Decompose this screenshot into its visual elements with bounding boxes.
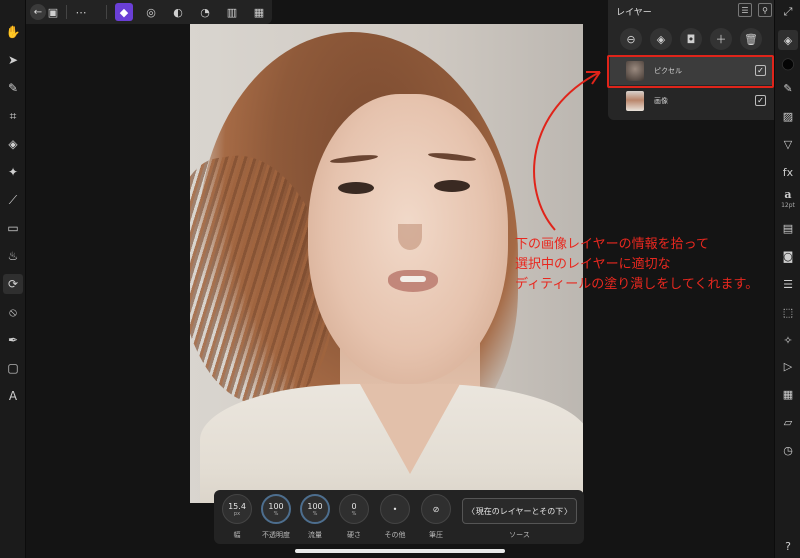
- fx-icon[interactable]: fx: [778, 162, 798, 182]
- dial-unit: px: [233, 510, 241, 517]
- annotation-arrow: [533, 71, 601, 231]
- inpainting-brush-icon[interactable]: ⟳: [3, 274, 23, 294]
- dial-value: 100: [307, 501, 323, 511]
- dial-value: 100: [268, 501, 284, 511]
- panel-pin-icon[interactable]: ⚲: [758, 3, 772, 17]
- annotation-line: ディティールの塗り潰しをしてくれます。: [515, 277, 759, 292]
- smudge-icon[interactable]: ⦸: [3, 302, 23, 322]
- dial-unit: %: [312, 510, 318, 517]
- annotation-line: 選択中のレイヤーに適切な: [515, 257, 671, 272]
- dial-unit: %: [351, 510, 357, 517]
- adjustments-icon[interactable]: ▨: [778, 106, 798, 126]
- tools-panel: ✋ ➤ ✎ ⌗ ◈ ✦ ⟋ ▭ ♨ ⟳ ⦸ ✒ ▢ A: [0, 0, 26, 558]
- magic-wand-icon[interactable]: ✦: [3, 162, 23, 182]
- color-icon[interactable]: ●: [778, 54, 798, 74]
- photo-persona-icon[interactable]: ◆: [115, 3, 133, 21]
- layers-panel-title: レイヤー: [616, 8, 652, 18]
- layer-stack-icon[interactable]: ◈: [650, 28, 672, 50]
- more-icon[interactable]: ⋯: [72, 3, 90, 21]
- photo-teeth: [400, 276, 426, 282]
- tone-mapping-persona-icon[interactable]: ◔: [196, 3, 214, 21]
- color-picker-icon[interactable]: ✎: [3, 78, 23, 98]
- layer-options-icon[interactable]: ⊖: [620, 28, 642, 50]
- dodge-burn-icon[interactable]: ♨: [3, 246, 23, 266]
- dial-label: その他: [384, 531, 406, 539]
- selected-layer-highlight: [607, 55, 774, 88]
- layer-visibility-checkbox[interactable]: ✓: [755, 95, 766, 106]
- context-toolbar: 〈 現在のレイヤーとその下 〉 ソース 15.4 px 幅 100% 不透明度 100% 流…: [214, 490, 584, 544]
- dial-label: 幅: [233, 531, 241, 539]
- layer-row-image[interactable]: 画像 ✓: [610, 87, 772, 115]
- photo-collar: [360, 384, 460, 474]
- dial-label: 不透明度: [262, 531, 290, 539]
- liquify-persona-icon[interactable]: ◎: [142, 3, 160, 21]
- develop-persona-icon[interactable]: ◐: [169, 3, 187, 21]
- dial-label: 流量: [308, 531, 322, 539]
- toolbar-separator: [106, 5, 107, 19]
- channels-icon[interactable]: ▤: [778, 218, 798, 238]
- share-icon[interactable]: ▦: [250, 3, 268, 21]
- snapshots-icon[interactable]: ◙: [778, 246, 798, 266]
- character-icon[interactable]: a: [778, 184, 798, 204]
- dial-value: 15.4: [228, 501, 246, 511]
- transform-icon[interactable]: ⬚: [778, 302, 798, 322]
- photo-left-eye: [338, 182, 374, 194]
- history-icon[interactable]: ◷: [778, 440, 798, 460]
- dial-value: ⊘: [432, 504, 440, 514]
- brush-dial[interactable]: 100%: [300, 494, 330, 524]
- brushes-icon[interactable]: ✎: [778, 78, 798, 98]
- help-icon[interactable]: ?: [778, 536, 798, 556]
- dial-unit: %: [273, 510, 279, 517]
- paint-brush-icon[interactable]: ⟋: [3, 190, 23, 210]
- sliders-icon[interactable]: ☰: [778, 274, 798, 294]
- rectangle-shape-icon[interactable]: ▢: [3, 358, 23, 378]
- panel-menu-icon[interactable]: ☰: [738, 3, 752, 17]
- fill-bucket-icon[interactable]: ◈: [3, 134, 23, 154]
- layer-name: 画像: [654, 97, 668, 105]
- brush-dial[interactable]: 15.4 px: [222, 494, 252, 524]
- text-tool-icon[interactable]: A: [3, 386, 23, 406]
- layers-icon[interactable]: ◈: [778, 30, 798, 50]
- macro-icon[interactable]: ▷: [778, 356, 798, 376]
- toolbar-separator: [66, 5, 67, 19]
- source-value: 現在のレイヤーとその下: [475, 506, 564, 516]
- photo-nose: [398, 224, 422, 250]
- photo-right-eye: [434, 180, 470, 192]
- top-toolbar: ← ▣ ⋯ ◆ ◎ ◐ ◔ ▥ ▦: [26, 0, 272, 24]
- brush-dial[interactable]: 100%: [261, 494, 291, 524]
- annotation-line: 下の画像レイヤーの情報を拾って: [515, 237, 709, 252]
- swatches-icon[interactable]: ▦: [778, 384, 798, 404]
- dial-value: 0: [351, 501, 357, 511]
- pen-icon[interactable]: ✒: [3, 330, 23, 350]
- eraser-icon[interactable]: ▭: [3, 218, 23, 238]
- studio-panel-bar: ⤢ ◈ ● ✎ ▨ ▽ fx a 12pt ▤ ◙ ☰ ⬚ ✧ ▷ ▦ ▱ ◷?: [774, 0, 800, 558]
- home-indicator: [295, 549, 505, 553]
- font-size-label: 12pt: [781, 202, 795, 209]
- source-selector[interactable]: 〈 現在のレイヤーとその下 〉: [462, 498, 577, 524]
- brush-dial[interactable]: •: [380, 494, 410, 524]
- dial-label: 硬さ: [347, 531, 361, 539]
- brush-dial[interactable]: 0%: [339, 494, 369, 524]
- filters-icon[interactable]: ▽: [778, 134, 798, 154]
- source-next-icon[interactable]: 〉: [564, 506, 572, 517]
- delete-layer-icon[interactable]: 🗑: [740, 28, 762, 50]
- dial-value: •: [392, 504, 398, 514]
- add-layer-icon[interactable]: ＋: [710, 28, 732, 50]
- histogram-icon[interactable]: ▱: [778, 412, 798, 432]
- dial-label: 筆圧: [429, 531, 443, 539]
- annotation-text: 下の画像レイヤーの情報を拾って 選択中のレイヤーに適切な ディティールの塗り潰し…: [515, 235, 758, 295]
- source-label: ソース: [509, 531, 530, 539]
- crop-icon[interactable]: ⌗: [3, 106, 23, 126]
- document-icon[interactable]: ▣: [44, 3, 62, 21]
- stock-icon[interactable]: ✧: [778, 330, 798, 350]
- navigator-icon[interactable]: ⤢: [778, 2, 798, 22]
- source-prev-icon[interactable]: 〈: [467, 506, 475, 517]
- export-persona-icon[interactable]: ▥: [223, 3, 241, 21]
- pointer-icon[interactable]: ➤: [3, 50, 23, 70]
- layer-mask-icon[interactable]: ◘: [680, 28, 702, 50]
- brush-dial[interactable]: ⊘: [421, 494, 451, 524]
- hand-icon[interactable]: ✋: [3, 22, 23, 42]
